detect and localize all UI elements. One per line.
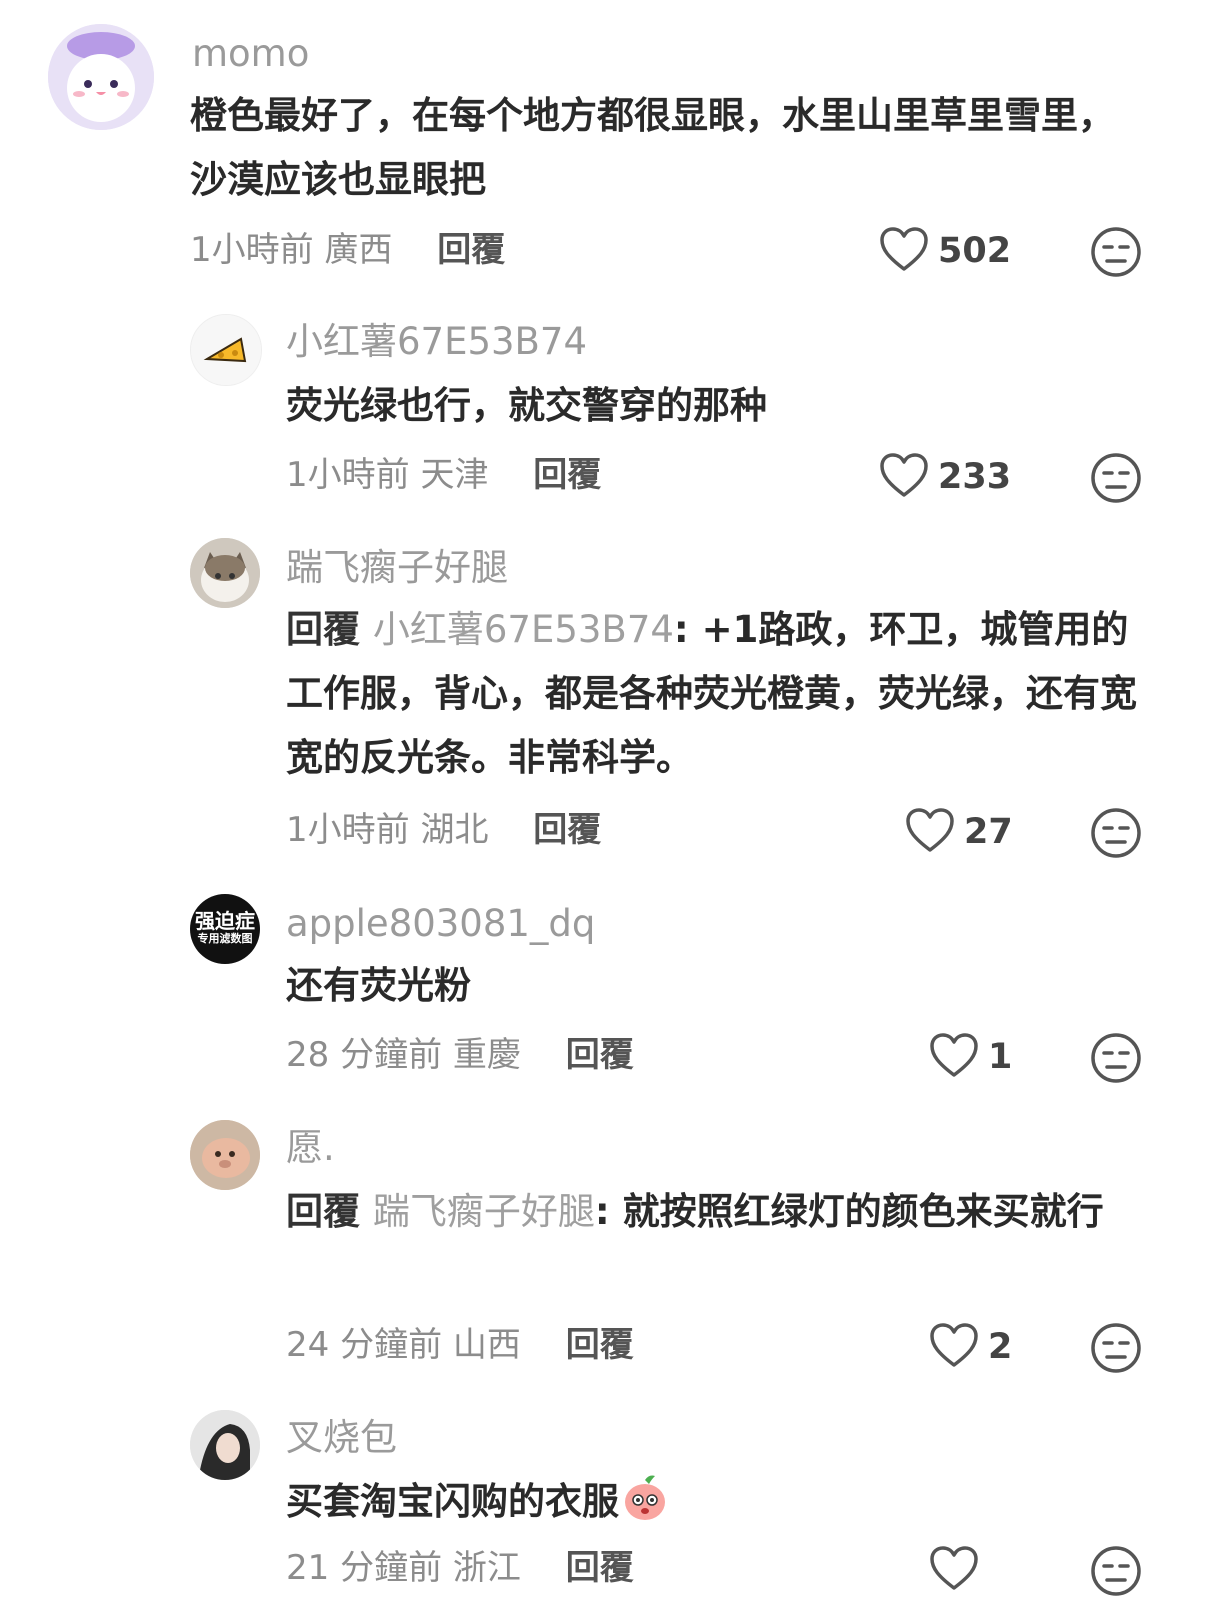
dislike-icon[interactable]	[1090, 226, 1142, 278]
heart-icon	[928, 1031, 980, 1083]
username[interactable]: 叉烧包	[286, 1416, 397, 1460]
comment-time: 1小時前	[286, 810, 410, 850]
avatar-subtext: 专用滤数图	[197, 932, 253, 945]
comment-time: 28 分鐘前	[286, 1035, 443, 1075]
comment-time: 21 分鐘前	[286, 1548, 443, 1588]
comment-text: 买套淘宝闪购的衣服	[286, 1470, 1146, 1534]
comment-body: : 就按照红绿灯的颜色来买就行	[594, 1190, 1104, 1233]
reply-prefix: 回覆	[286, 608, 360, 651]
comment-location: 廣西	[324, 230, 393, 270]
like-button[interactable]: 502	[878, 226, 1011, 276]
comment-meta: 24 分鐘前 山西 回覆	[286, 1325, 634, 1365]
reply-target-username[interactable]: 小红薯67E53B74	[373, 608, 674, 651]
comment-location: 山西	[452, 1325, 521, 1365]
comment-time: 1小時前	[190, 230, 314, 270]
comment-meta: 21 分鐘前 浙江 回覆	[286, 1548, 634, 1588]
comment-text: 橙色最好了，在每个地方都很显眼，水里山里草里雪里，沙漠应该也显眼把	[190, 94, 1115, 201]
like-count: 233	[938, 457, 1012, 497]
comment-meta: 1小時前 天津 回覆	[286, 455, 601, 495]
comment-text: 回覆 踹飞瘸子好腿: 就按照红绿灯的颜色来买就行	[286, 1180, 1146, 1244]
like-button[interactable]: 233	[878, 452, 1011, 502]
username[interactable]: momo	[192, 32, 309, 76]
like-button[interactable]: 27	[904, 807, 1013, 857]
heart-icon	[904, 806, 956, 858]
peach-face-emoji-icon	[619, 1472, 671, 1524]
reply-prefix: 回覆	[286, 1190, 360, 1233]
username[interactable]: apple803081_dq	[286, 902, 595, 946]
comment-location: 湖北	[420, 810, 489, 850]
comment-time: 24 分鐘前	[286, 1325, 443, 1365]
reply-target-username[interactable]: 踹飞瘸子好腿	[373, 1190, 595, 1233]
dislike-icon[interactable]	[1090, 1322, 1142, 1374]
reply-button[interactable]: 回覆	[437, 230, 505, 270]
comment-body: 买套淘宝闪购的衣服	[286, 1480, 619, 1523]
reply-button[interactable]: 回覆	[533, 455, 601, 495]
username[interactable]: 小红薯67E53B74	[286, 320, 587, 364]
comment-time: 1小時前	[286, 455, 410, 495]
heart-icon	[928, 1544, 980, 1596]
dislike-icon[interactable]	[1090, 1545, 1142, 1597]
avatar[interactable]	[190, 1120, 260, 1190]
comment-location: 重慶	[452, 1035, 521, 1075]
avatar[interactable]	[190, 1410, 260, 1480]
avatar[interactable]	[190, 538, 260, 608]
reply-button[interactable]: 回覆	[533, 810, 601, 850]
like-count: 27	[964, 812, 1013, 852]
heart-icon	[878, 225, 930, 277]
avatar[interactable]	[48, 24, 154, 130]
comment-text: 荧光绿也行，就交警穿的那种	[286, 384, 767, 427]
comment-location: 浙江	[452, 1548, 521, 1588]
comment-text: 还有荧光粉	[286, 964, 471, 1007]
dislike-icon[interactable]	[1090, 807, 1142, 859]
comment-meta: 28 分鐘前 重慶 回覆	[286, 1035, 634, 1075]
like-count: 2	[988, 1327, 1013, 1367]
reply-button[interactable]: 回覆	[566, 1035, 634, 1075]
like-count: 1	[988, 1037, 1013, 1077]
like-button[interactable]: 1	[928, 1032, 1012, 1082]
username[interactable]: 愿.	[286, 1126, 335, 1170]
like-button[interactable]: 2	[928, 1322, 1012, 1372]
comment-text: 回覆 小红薯67E53B74: +1路政，环卫，城管用的工作服，背心，都是各种荧…	[286, 598, 1146, 790]
reply-button[interactable]: 回覆	[566, 1325, 634, 1365]
comment-meta: 1小時前 廣西 回覆	[190, 230, 505, 270]
dislike-icon[interactable]	[1090, 452, 1142, 504]
avatar[interactable]: 强迫症 专用滤数图	[190, 894, 260, 964]
comment-location: 天津	[420, 455, 489, 495]
heart-icon	[928, 1321, 980, 1373]
avatar-text: 强迫症	[195, 909, 255, 933]
like-count: 502	[938, 231, 1012, 271]
avatar[interactable]	[190, 314, 262, 386]
dislike-icon[interactable]	[1090, 1032, 1142, 1084]
username[interactable]: 踹飞瘸子好腿	[286, 546, 508, 590]
heart-icon	[878, 451, 930, 503]
reply-button[interactable]: 回覆	[566, 1548, 634, 1588]
comment-meta: 1小時前 湖北 回覆	[286, 810, 601, 850]
